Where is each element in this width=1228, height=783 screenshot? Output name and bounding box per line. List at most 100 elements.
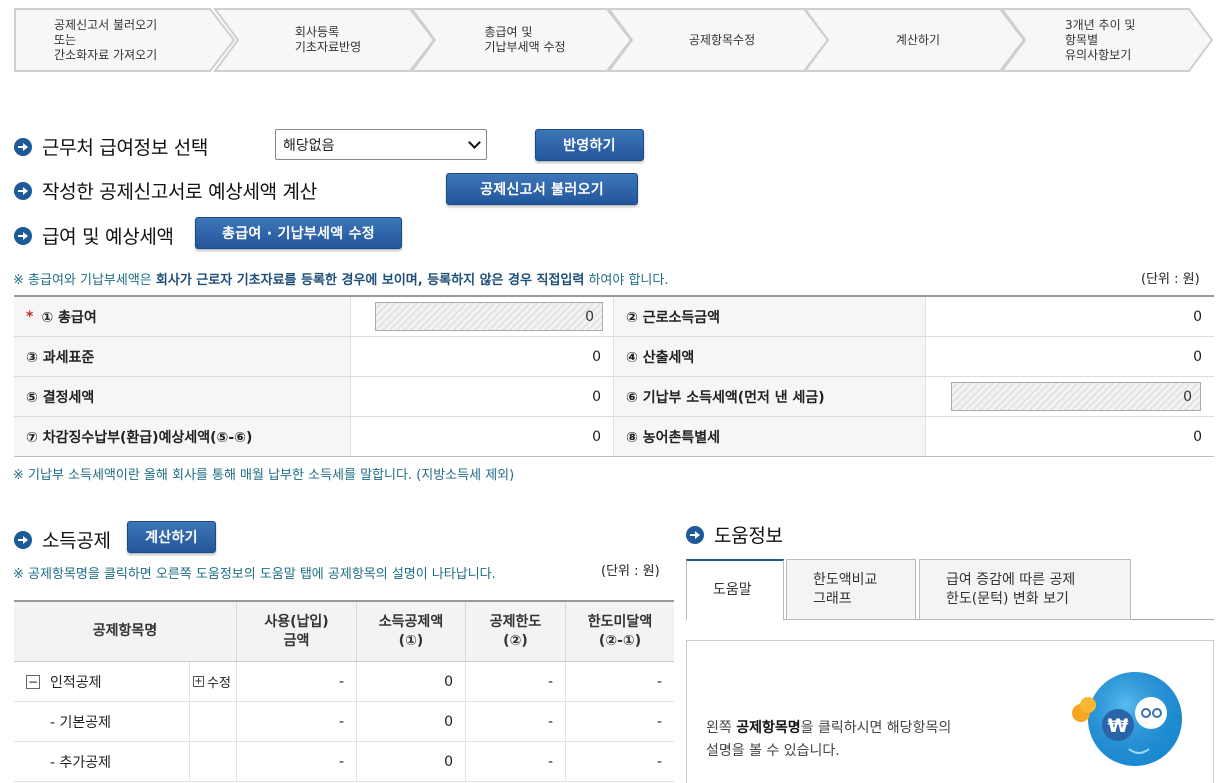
step-5-label: 계산하기	[895, 32, 941, 47]
determined-tax-value: 0	[350, 377, 613, 416]
help-text-line2: 설명을 볼 수 있습니다.	[706, 743, 840, 759]
deduction-amount: 0	[356, 742, 465, 781]
salary-note-prefix: ※ 총급여와 기납부세액은	[13, 273, 152, 288]
additional-deduction-name[interactable]: - 추가공제	[14, 742, 189, 781]
table-row: * ① 총급여 0 ② 근로소득금액 0	[14, 297, 1214, 337]
help-content: 왼쪽 공제항목명을 클릭하시면 해당항목의 설명을 볼 수 있습니다. ₩	[686, 640, 1214, 783]
salary-title: 급여 및 예상세액	[42, 226, 174, 248]
deduction-amount: 0	[356, 702, 465, 741]
expected-refund-value: 0	[350, 417, 613, 456]
calculate-button[interactable]: 계산하기	[127, 521, 216, 553]
total-salary-input[interactable]: 0	[375, 302, 603, 331]
arrow-circle-icon	[14, 226, 32, 245]
step-4[interactable]: 공제항목수정	[608, 8, 830, 72]
rural-tax-value: 0	[925, 417, 1214, 456]
prepaid-tax-input[interactable]: 0	[951, 382, 1201, 411]
shortfall-amount: -	[565, 742, 674, 781]
col-used-amount: 사용(납입) 금액	[236, 602, 356, 661]
deduction-note: ※ 공제항목명을 클릭하면 오른쪽 도움정보의 도움말 탭에 공제항목의 설명이…	[13, 567, 496, 582]
total-salary-cell: 0	[350, 297, 613, 336]
deduction-title: 소득공제	[42, 530, 111, 552]
table-row: ⑤ 결정세액 0 ⑥ 기납부 소득세액(먼저 낸 세금) 0	[14, 377, 1214, 417]
limit-amount: -	[465, 742, 565, 781]
help-text: 왼쪽 공제항목명을 클릭하시면 해당항목의 설명을 볼 수 있습니다.	[706, 717, 951, 763]
deduction-section-header: 소득공제	[14, 526, 111, 553]
help-text-prefix: 왼쪽	[706, 720, 732, 736]
prepaid-tax-cell: 0	[925, 377, 1214, 416]
deduction-table: 공제항목명 사용(납입) 금액 소득공제액 (①) 공제한도 (②) 한도미달액…	[14, 600, 674, 782]
salary-note-suffix: 하여야 합니다.	[588, 273, 669, 288]
tab-help[interactable]: 도움말	[686, 559, 784, 621]
col-shortfall: 한도미달액 (②-①)	[565, 602, 674, 661]
basic-deduction-name[interactable]: - 기본공제	[14, 702, 189, 741]
step-1[interactable]: 공제신고서 불러오기 또는 간소화자료 가져오기	[14, 8, 236, 72]
used-amount: -	[236, 662, 356, 701]
earned-income-label: ② 근로소득금액	[613, 297, 925, 336]
table-row: - 추가공제 - 0 - -	[14, 742, 674, 782]
rural-tax-label: ⑧ 농어촌특별세	[613, 417, 925, 456]
table-row: - 기본공제 - 0 - -	[14, 702, 674, 742]
help-text-suffix: 을 클릭하시면 해당항목의	[800, 720, 952, 736]
tax-base-label: ③ 과세표준	[14, 337, 350, 376]
step-6-label: 3개년 추이 및 항목별 유의사항보기	[1065, 17, 1136, 62]
table-row: ⑦ 차감징수납부(환급)예상세액(⑤-⑥) 0 ⑧ 농어촌특별세 0	[14, 417, 1214, 457]
arrow-circle-icon	[14, 530, 32, 549]
total-salary-label-text: ① 총급여	[41, 309, 97, 326]
tax-base-value: 0	[350, 337, 613, 376]
unit-label: (단위 : 원)	[1141, 272, 1200, 287]
step-2-label: 회사등록 기초자료반영	[294, 25, 362, 54]
used-amount: -	[236, 742, 356, 781]
load-declaration-button[interactable]: 공제신고서 불러오기	[446, 173, 638, 205]
step-5[interactable]: 계산하기	[804, 8, 1026, 72]
total-salary-label: * ① 총급여	[14, 297, 350, 336]
col-deduction-amount: 소득공제액 (①)	[356, 602, 465, 661]
deduction-table-header: 공제항목명 사용(납입) 금액 소득공제액 (①) 공제한도 (②) 한도미달액…	[14, 602, 674, 662]
edit-label: 수정	[207, 676, 231, 691]
step-2[interactable]: 회사등록 기초자료반영	[214, 8, 436, 72]
determined-tax-label: ⑤ 결정세액	[14, 377, 350, 416]
workplace-section-header: 근무처 급여정보 선택	[14, 133, 208, 160]
calculated-tax-value: 0	[925, 337, 1214, 376]
help-tabs: 도움말 한도액비교 그래프 급여 증감에 따른 공제 한도(문턱) 변화 보기	[686, 559, 1214, 621]
prepaid-note: ※ 기납부 소득세액이란 올해 회사를 통해 매월 납부한 소득세를 말합니다.…	[13, 468, 515, 483]
empty-cell	[189, 742, 236, 781]
step-4-label: 공제항목수정	[688, 32, 756, 47]
workplace-select[interactable]: 해당없음	[275, 129, 487, 160]
col-limit: 공제한도 (②)	[465, 602, 565, 661]
plus-icon: +	[193, 675, 204, 687]
prepaid-tax-label: ⑥ 기납부 소득세액(먼저 낸 세금)	[613, 377, 925, 416]
salary-section-header: 급여 및 예상세액	[14, 222, 174, 249]
tab-limit-graph[interactable]: 한도액비교 그래프	[786, 559, 916, 620]
estimate-title: 작성한 공제신고서로 예상세액 계산	[42, 181, 317, 203]
edit-link[interactable]: + 수정	[189, 662, 236, 701]
step-1-label: 공제신고서 불러오기 또는 간소화자료 가져오기	[54, 17, 158, 62]
table-row: ③ 과세표준 0 ④ 산출세액 0	[14, 337, 1214, 377]
tab-threshold-change[interactable]: 급여 증감에 따른 공제 한도(문턱) 변화 보기	[919, 559, 1131, 620]
earned-income-value: 0	[925, 297, 1214, 336]
step-3[interactable]: 총급여 및 기납부세액 수정	[411, 8, 633, 72]
shortfall-amount: -	[565, 702, 674, 741]
salary-note: ※ 총급여와 기납부세액은 회사가 근로자 기초자료를 등록한 경우에 보이며,…	[13, 269, 668, 288]
won-symbol: ₩	[1108, 715, 1129, 737]
empty-cell	[189, 702, 236, 741]
personal-deduction-name[interactable]: 인적공제	[50, 672, 102, 692]
arrow-circle-icon	[14, 137, 32, 156]
step-navigation: 공제신고서 불러오기 또는 간소화자료 가져오기 회사등록 기초자료반영 총급여…	[14, 8, 1214, 72]
limit-amount: -	[465, 662, 565, 701]
calculated-tax-label: ④ 산출세액	[613, 337, 925, 376]
help-section-header: 도움정보	[686, 521, 783, 548]
used-amount: -	[236, 702, 356, 741]
table-row: − 인적공제 + 수정 - 0 - -	[14, 662, 674, 702]
arrow-circle-icon	[686, 525, 704, 544]
apply-button[interactable]: 반영하기	[535, 129, 644, 161]
estimate-section-header: 작성한 공제신고서로 예상세액 계산	[14, 177, 317, 204]
step-6[interactable]: 3개년 추이 및 항목별 유의사항보기	[1001, 8, 1214, 72]
chevron-down-icon	[468, 136, 481, 149]
collapse-icon[interactable]: −	[26, 674, 40, 689]
personal-deduction-name-cell[interactable]: − 인적공제	[14, 662, 189, 701]
deduction-amount: 0	[356, 662, 465, 701]
step-3-label: 총급여 및 기납부세액 수정	[484, 25, 566, 54]
deduction-unit-label: (단위 : 원)	[601, 564, 660, 579]
edit-salary-button[interactable]: 총급여 · 기납부세액 수정	[195, 217, 402, 249]
col-item-name: 공제항목명	[92, 623, 158, 639]
